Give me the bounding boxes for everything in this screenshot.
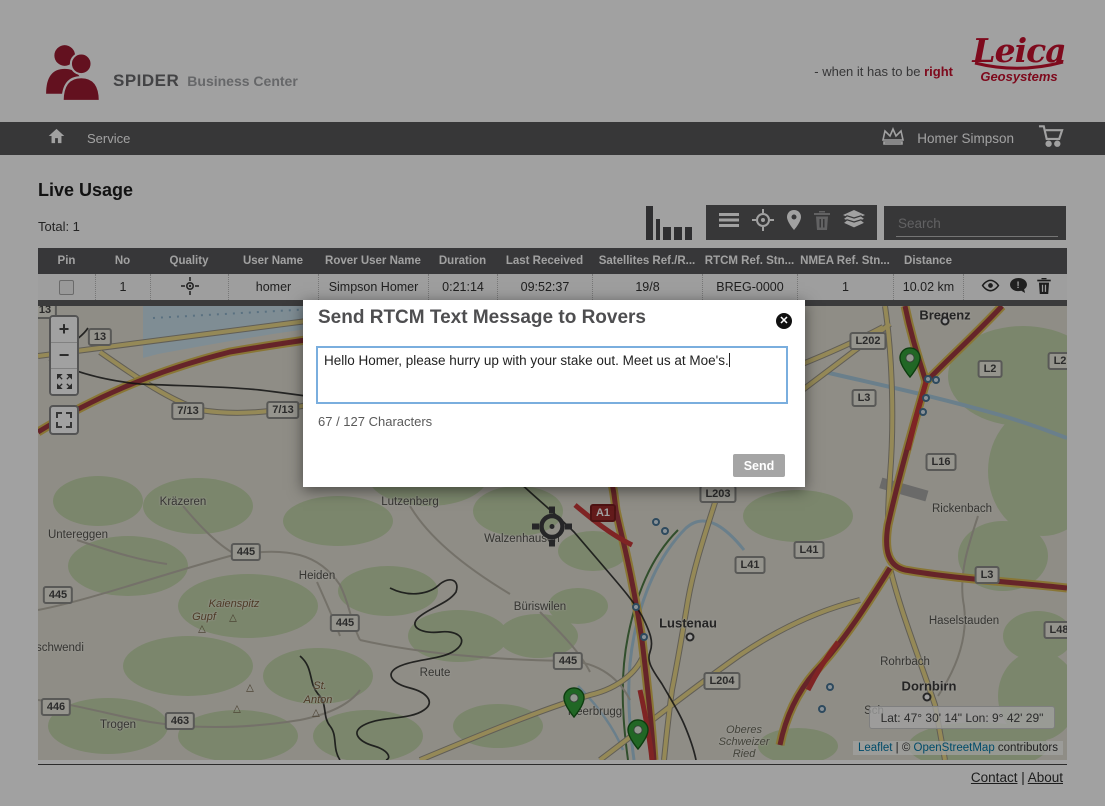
char-counter: 67 / 127 Characters (318, 414, 432, 429)
message-input[interactable]: Hello Homer, please hurry up with your s… (316, 346, 788, 404)
message-text: Hello Homer, please hurry up with your s… (324, 353, 729, 368)
close-icon[interactable]: ✕ (776, 313, 792, 329)
text-caret (729, 353, 730, 367)
modal-title: Send RTCM Text Message to Rovers (318, 307, 646, 329)
send-button[interactable]: Send (733, 454, 785, 477)
send-rtcm-modal: Send RTCM Text Message to Rovers ✕ Hello… (303, 300, 805, 487)
